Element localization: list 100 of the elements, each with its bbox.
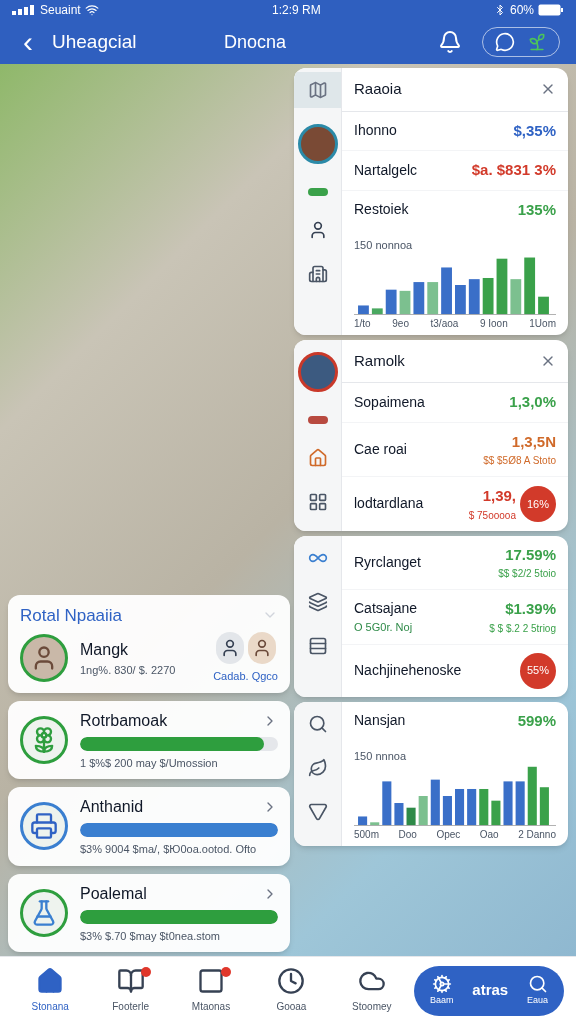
chart-bar xyxy=(399,290,411,314)
chart-bar xyxy=(510,278,522,314)
percent-badge: 16% xyxy=(520,485,556,522)
chart-bar xyxy=(394,802,404,825)
row-label: Sopaimena xyxy=(354,392,425,412)
nav-tab[interactable]: Mtaonas xyxy=(172,967,250,1014)
gear-icon xyxy=(431,973,452,994)
nav-tab[interactable]: Gooaa xyxy=(253,967,330,1014)
chart-bar xyxy=(538,296,549,314)
item-name: Anthanid xyxy=(80,797,144,817)
sprout-icon[interactable] xyxy=(527,32,547,52)
book-icon xyxy=(116,967,145,995)
chart-tick-label: 500m xyxy=(354,827,379,842)
chart-bar xyxy=(455,284,466,314)
chart-bar xyxy=(441,266,452,314)
chart-bar xyxy=(442,795,452,825)
nav-tab[interactable]: Footerle xyxy=(92,967,169,1014)
row-label: Restoiek xyxy=(354,200,409,220)
chart-bar xyxy=(406,807,416,825)
chart-bar xyxy=(371,307,383,314)
panel-title: Ramolk xyxy=(354,350,405,371)
chart-bar xyxy=(418,795,428,825)
row-value: 1,3,0% xyxy=(509,392,556,412)
bell-icon[interactable] xyxy=(438,30,462,54)
chart-bar xyxy=(515,780,525,825)
search-icon xyxy=(307,713,328,734)
chart-bar xyxy=(358,815,368,825)
chart-bar xyxy=(496,258,508,314)
clock-time: 1:2:9 RM xyxy=(272,2,321,19)
row-label: Nansjan xyxy=(354,711,406,731)
chart-bar xyxy=(539,786,549,825)
chart-tick-label: Oao xyxy=(479,827,499,842)
item-card[interactable]: Anthanid $3% 9004 $ma/, $Ю0oa.ootod. Ofto xyxy=(8,787,290,866)
row-label: Nachjinehenoske xyxy=(354,661,462,680)
chart-bar xyxy=(482,277,494,314)
battery-percent: 60% xyxy=(509,2,534,19)
grid-icon xyxy=(307,491,328,512)
chart-bar xyxy=(467,788,477,825)
chart-tick-label: 9eo xyxy=(392,316,409,331)
chart-bar xyxy=(527,766,537,825)
carrier-name: Seuaint xyxy=(40,2,81,19)
row-label: Cae roai xyxy=(354,439,407,459)
percent-badge: 55% xyxy=(520,652,556,689)
chart-bar xyxy=(382,780,392,825)
row-detail: $$ $5Ø8 A Stoto xyxy=(483,454,556,468)
map-icon xyxy=(307,80,328,100)
item-detail: $3% 9004 $ma/, $Ю0oa.ootod. Ofto xyxy=(80,842,258,857)
photo-placeholder xyxy=(297,124,338,164)
battery-icon xyxy=(538,4,564,16)
search-icon xyxy=(527,973,548,994)
leaf-icon xyxy=(307,757,328,778)
action-pill-button[interactable]: Baam atras Eaua xyxy=(414,965,565,1016)
screen-title: Uheagcial xyxy=(52,29,138,54)
nav-tab[interactable]: Stoomey xyxy=(333,967,411,1014)
item-name: Poalemal xyxy=(80,883,147,904)
chart-bar xyxy=(524,257,536,314)
triangle-icon xyxy=(307,801,328,822)
row-value: $,35% xyxy=(513,120,556,141)
back-button[interactable]: ‹ xyxy=(16,27,40,57)
row-value: $1.39% xyxy=(505,599,556,619)
screen-subtitle: Dnocna xyxy=(224,30,288,54)
chart-bar xyxy=(358,304,369,314)
item-card[interactable]: Rotrbamoak 1 $%$ 200 may $/Umossion xyxy=(8,700,290,779)
row-label: lodtardlana xyxy=(354,494,424,514)
row-label: Ihonno xyxy=(354,121,397,141)
rail-tab[interactable] xyxy=(294,72,341,108)
chart-tick-label: Doo xyxy=(398,827,417,842)
chart-bar xyxy=(427,281,439,314)
panel-title: Raaoia xyxy=(354,79,402,99)
building-icon xyxy=(307,264,328,284)
chart-bar xyxy=(430,779,440,825)
pill-icon xyxy=(307,415,328,424)
chat-icon[interactable] xyxy=(495,32,515,52)
row-label: Catsajane xyxy=(354,599,418,618)
nav-tab[interactable]: Stonana xyxy=(12,967,89,1014)
chart-tick-label: t3/aoa xyxy=(430,316,459,331)
row-value: 17.59% xyxy=(505,544,556,565)
chart-bar xyxy=(503,780,513,825)
chart-tick-label: 1Uom xyxy=(529,316,556,331)
photo-placeholder xyxy=(297,351,338,392)
item-card[interactable]: Poalemal $3% $.70 $may $t0nea.stom xyxy=(8,873,290,952)
row-label: Ryrclanget xyxy=(354,552,421,572)
layers-icon xyxy=(307,591,328,612)
chart-tick-label: 1/to xyxy=(354,316,371,331)
chart-axis-label: 150 nonnoa xyxy=(354,238,414,253)
row-detail: O 5G0r. Noj xyxy=(354,620,414,635)
row-detail: $ $ $.2 2 5triog xyxy=(489,621,556,636)
row-label: Nartalgelc xyxy=(354,160,418,180)
chart-tick-label: Opec xyxy=(436,827,461,842)
home-icon xyxy=(36,967,65,995)
item-detail: $3% $.70 $may $t0nea.stom xyxy=(80,928,222,944)
chart-bar xyxy=(479,788,489,825)
square-icon xyxy=(197,967,225,995)
avatar xyxy=(20,634,68,683)
section-title: Rotal Npaaiia xyxy=(20,604,123,627)
row-value: 135% xyxy=(517,199,556,220)
chart-bar xyxy=(468,278,480,314)
pill-icon xyxy=(307,188,328,196)
clock-icon xyxy=(277,967,306,995)
house-icon xyxy=(307,447,328,468)
